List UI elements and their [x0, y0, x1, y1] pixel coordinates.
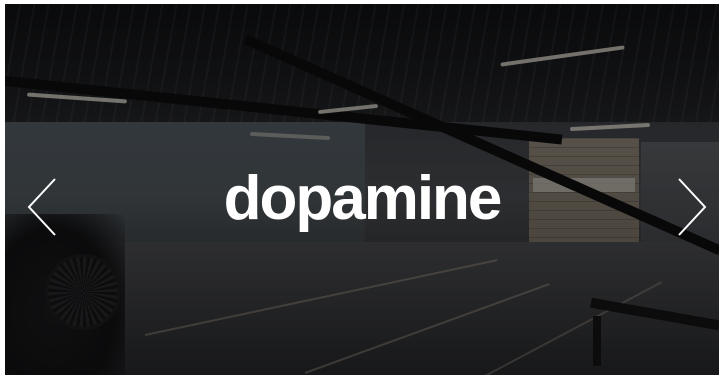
slider-prev-button[interactable] — [25, 177, 59, 237]
slider-next-button[interactable] — [675, 177, 709, 237]
chevron-left-icon — [27, 178, 56, 236]
brand-logo: dopamine — [223, 164, 503, 233]
chevron-right-icon — [678, 178, 707, 236]
hero-slider: dopamine — [5, 4, 719, 375]
